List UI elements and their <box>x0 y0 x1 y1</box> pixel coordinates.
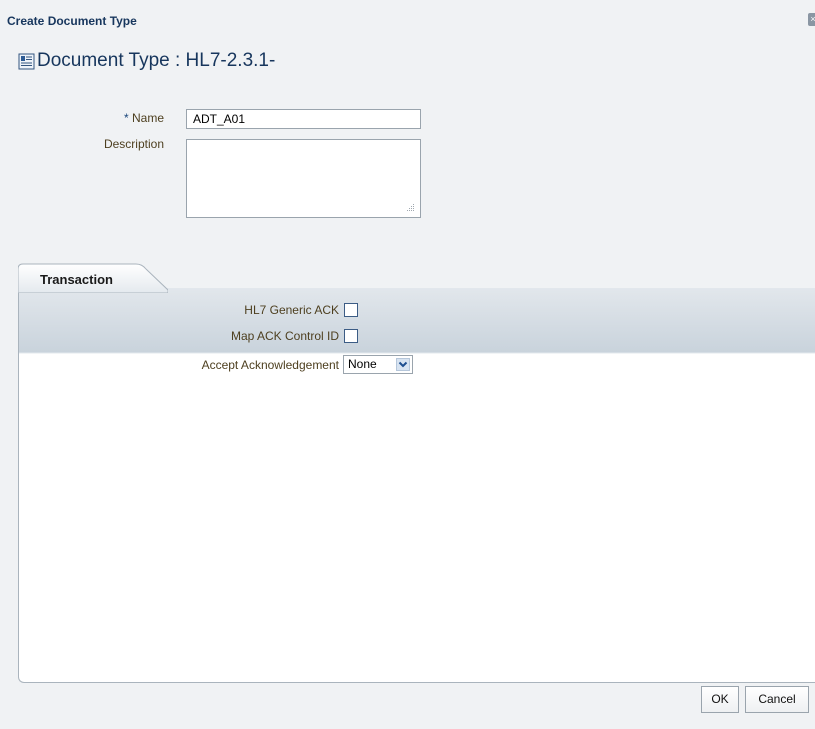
accept-acknowledgement-value: None <box>348 357 377 371</box>
page-heading: Document Type : HL7-2.3.1- <box>18 49 275 73</box>
create-document-type-dialog: Create Document Type × Document Type : H… <box>0 0 815 729</box>
document-type-icon <box>18 53 35 69</box>
close-label: × <box>810 14 815 24</box>
description-textarea[interactable] <box>186 139 421 218</box>
tab-transaction[interactable]: Transaction <box>18 263 168 293</box>
hl7-generic-ack-row: HL7 Generic ACK <box>19 300 815 320</box>
tab-transaction-label: Transaction <box>40 272 113 287</box>
map-ack-control-id-row: Map ACK Control ID <box>19 326 815 346</box>
resize-grip-icon[interactable] <box>406 203 415 212</box>
name-input-value: ADT_A01 <box>193 112 246 126</box>
dialog-title: Create Document Type <box>7 14 137 28</box>
chevron-down-icon[interactable] <box>396 358 410 371</box>
name-label: * Name <box>14 111 164 125</box>
accept-acknowledgement-label: Accept Acknowledgement <box>201 358 339 372</box>
close-icon[interactable]: × <box>808 13 815 26</box>
ok-button[interactable]: OK <box>701 686 739 713</box>
cancel-button[interactable]: Cancel <box>745 686 809 713</box>
description-label: Description <box>103 137 164 151</box>
accept-acknowledgement-row: Accept Acknowledgement None <box>19 355 815 375</box>
accept-acknowledgement-select[interactable]: None <box>343 355 413 374</box>
hl7-generic-ack-checkbox[interactable] <box>344 303 358 317</box>
required-marker: * <box>123 111 129 125</box>
transaction-panel: HL7 Generic ACK Map ACK Control ID Accep… <box>18 288 815 683</box>
name-input[interactable]: ADT_A01 <box>186 109 421 129</box>
map-ack-control-id-checkbox[interactable] <box>344 329 358 343</box>
name-label-text: Name <box>131 111 164 125</box>
hl7-generic-ack-label: HL7 Generic ACK <box>244 303 339 317</box>
dialog-titlebar[interactable]: Create Document Type × <box>0 0 815 30</box>
map-ack-control-id-label: Map ACK Control ID <box>230 329 339 343</box>
page-title: Document Type : HL7-2.3.1- <box>37 50 276 71</box>
